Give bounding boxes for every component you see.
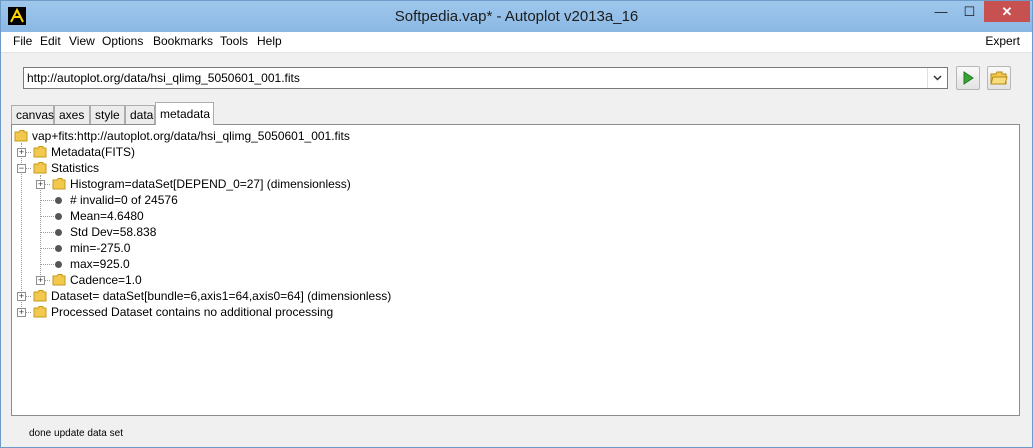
tree-node-label: Statistics <box>51 161 100 175</box>
expand-icon[interactable]: + <box>36 276 45 285</box>
window-title: Softpedia.vap* - Autoplot v2013a_16 <box>394 8 639 25</box>
expand-icon[interactable]: + <box>17 308 26 317</box>
tree-leaf-label: # invalid=0 of 24576 <box>70 193 178 207</box>
expand-icon[interactable]: + <box>17 148 26 157</box>
folder-icon <box>33 162 47 174</box>
tree-leaf-invalid[interactable]: # invalid=0 of 24576 <box>52 192 352 208</box>
leaf-bullet-icon <box>55 229 62 236</box>
close-button[interactable]: ✕ <box>984 1 1030 22</box>
tree-node-metadata-fits[interactable]: + Metadata(FITS) <box>17 144 317 160</box>
tree-node-dataset[interactable]: + Dataset= dataSet[bundle=6,axis1=64,axi… <box>17 288 517 304</box>
tab-axes[interactable]: axes <box>54 105 90 124</box>
tree-leaf-label: Mean=4.6480 <box>70 209 144 223</box>
folder-icon <box>52 178 66 190</box>
menu-help[interactable]: Help <box>255 34 284 48</box>
url-value[interactable]: http://autoplot.org/data/hsi_qlimg_50506… <box>27 71 300 85</box>
tree-leaf-mean[interactable]: Mean=4.6480 <box>52 208 352 224</box>
maximize-button[interactable]: ☐ <box>956 1 983 22</box>
tab-canvas[interactable]: canvas <box>11 105 54 124</box>
tree-leaf-label: min=-275.0 <box>70 241 131 255</box>
play-icon[interactable] <box>956 66 980 90</box>
metadata-tree[interactable]: vap+fits:http://autoplot.org/data/hsi_ql… <box>11 124 1020 416</box>
tree-node-label: Histogram=dataSet[DEPEND_0=27] (dimensio… <box>70 177 351 191</box>
collapse-icon[interactable]: − <box>17 164 26 173</box>
menu-options[interactable]: Options <box>100 34 145 48</box>
open-folder-icon[interactable] <box>987 66 1011 90</box>
minimize-button[interactable]: — <box>927 1 955 22</box>
tree-node-processed-dataset[interactable]: + Processed Dataset contains no addition… <box>17 304 517 320</box>
expand-icon[interactable]: + <box>36 180 45 189</box>
expert-menu[interactable]: Expert <box>983 34 1022 48</box>
menu-tools[interactable]: Tools <box>218 34 250 48</box>
tree-leaf-max[interactable]: max=925.0 <box>52 256 352 272</box>
folder-icon <box>14 130 28 142</box>
autoplot-window: Softpedia.vap* - Autoplot v2013a_16 — ☐ … <box>0 0 1033 448</box>
tree-leaf-min[interactable]: min=-275.0 <box>52 240 352 256</box>
tree-root-label: vap+fits:http://autoplot.org/data/hsi_ql… <box>32 129 350 143</box>
tab-style[interactable]: style <box>90 105 125 124</box>
tree-node-label: Cadence=1.0 <box>70 273 142 287</box>
tree-node-histogram[interactable]: + Histogram=dataSet[DEPEND_0=27] (dimens… <box>36 176 436 192</box>
menu-bar: File Edit View Options Bookmarks Tools H… <box>1 32 1032 53</box>
tree-node-label: Dataset= dataSet[bundle=6,axis1=64,axis0… <box>51 289 392 303</box>
leaf-bullet-icon <box>55 213 62 220</box>
tab-metadata[interactable]: metadata <box>155 102 214 125</box>
folder-icon <box>52 274 66 286</box>
tree-leaf-std-dev[interactable]: Std Dev=58.838 <box>52 224 352 240</box>
menu-file[interactable]: File <box>11 34 34 48</box>
menu-bookmarks[interactable]: Bookmarks <box>151 34 215 48</box>
url-input[interactable]: http://autoplot.org/data/hsi_qlimg_50506… <box>23 67 948 89</box>
leaf-bullet-icon <box>55 245 62 252</box>
menu-edit[interactable]: Edit <box>38 34 63 48</box>
status-text: done update data set <box>29 428 123 439</box>
status-bar: done update data set <box>1 423 1032 447</box>
tree-node-cadence[interactable]: + Cadence=1.0 <box>36 272 336 288</box>
menu-view[interactable]: View <box>67 34 97 48</box>
leaf-bullet-icon <box>55 197 62 204</box>
leaf-bullet-icon <box>55 261 62 268</box>
tree-leaf-label: max=925.0 <box>70 257 130 271</box>
title-bar[interactable]: Softpedia.vap* - Autoplot v2013a_16 — ☐ … <box>1 1 1032 32</box>
tree-node-statistics[interactable]: − Statistics <box>17 160 317 176</box>
chevron-down-icon[interactable] <box>927 68 947 88</box>
tree-node-label: Processed Dataset contains no additional… <box>51 305 334 319</box>
folder-icon <box>33 146 47 158</box>
tab-data[interactable]: data <box>125 105 155 124</box>
expand-icon[interactable]: + <box>17 292 26 301</box>
tree-leaf-label: Std Dev=58.838 <box>70 225 157 239</box>
tree-node-label: Metadata(FITS) <box>51 145 136 159</box>
folder-icon <box>33 290 47 302</box>
folder-icon <box>33 306 47 318</box>
